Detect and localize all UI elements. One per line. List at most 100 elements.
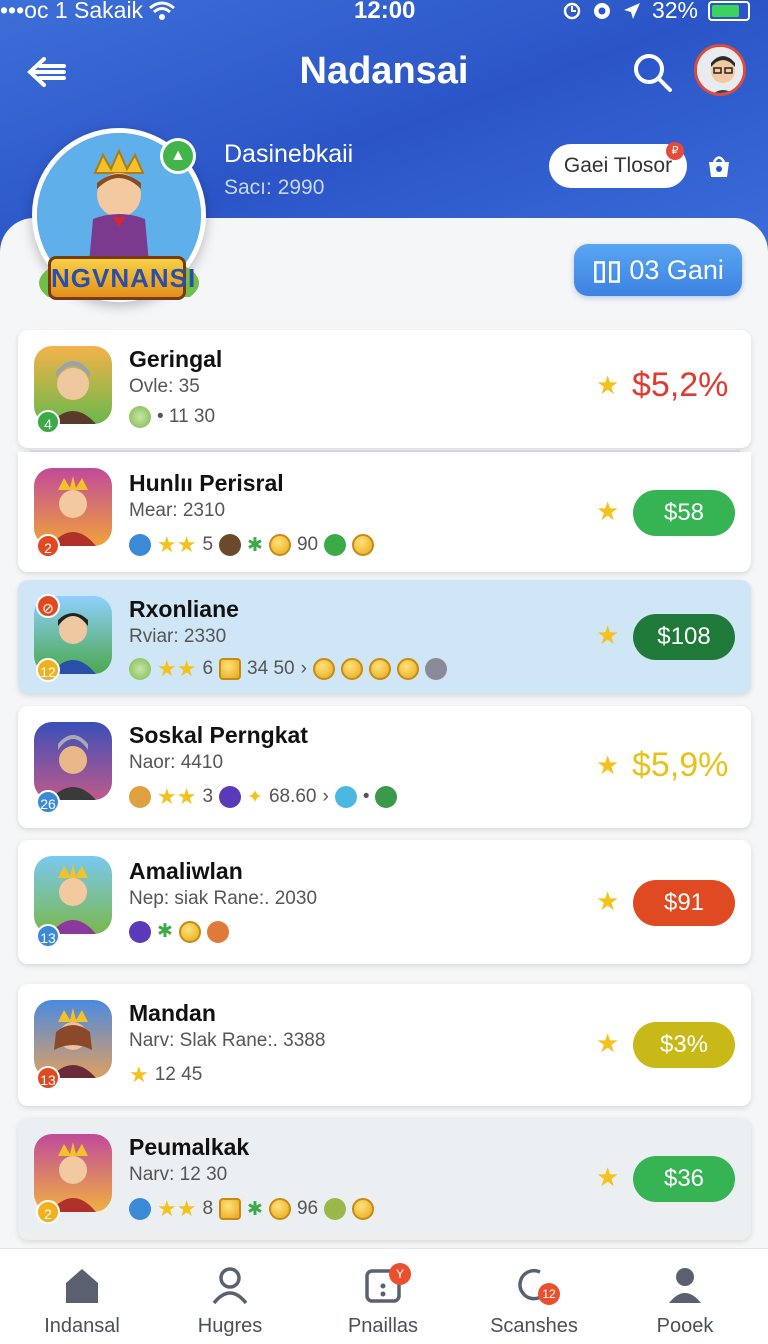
coin-icon [368, 658, 391, 680]
games-button[interactable]: ▯▯ 03 Gani [574, 244, 742, 296]
list-item[interactable]: 13 Mandan Narv: Slak Rane:. 3388 ★ 12 45… [18, 984, 751, 1106]
item-meta: ★ 12 45 [129, 1062, 202, 1088]
price-label: $5,9% [632, 746, 729, 784]
tab-badge: Y [389, 1263, 411, 1285]
star-icon: ★ [596, 750, 620, 780]
price-button[interactable]: $108 [633, 614, 735, 660]
list-item[interactable]: 2 Peumalkak Narv: 12 30 ★★ 8 ✱ 96 ★ $36 [18, 1118, 751, 1240]
tab-pooek[interactable]: Pooek [615, 1249, 755, 1344]
item-meta-text: • 11 30 [157, 406, 216, 427]
price-button[interactable]: $58 [633, 490, 735, 536]
item-sub: Narv: Slak Rane:. 3388 [129, 1030, 326, 1051]
coin-icon [396, 658, 419, 680]
item-sub: Rviar: 2330 [129, 626, 227, 647]
logo-badge-icon: ▲ [160, 138, 196, 174]
list-item[interactable]: 13 Amaliwlan Nep: siak Rane:. 2030 ✱ ★ $… [18, 840, 751, 964]
battery-percent: 32% [651, 0, 698, 23]
battery-icon [708, 0, 750, 21]
item-sub: Nep: siak Rane:. 2030 [129, 888, 318, 909]
coin-icon [340, 658, 363, 680]
item-name: Rxonliane [129, 596, 239, 622]
price-label: $5,2% [632, 366, 729, 404]
avatar[interactable] [694, 44, 746, 96]
games-button-label: 03 Gani [629, 255, 724, 285]
item-sub: Narv: 12 30 [129, 1164, 228, 1185]
item-meta: • 11 30 [129, 406, 215, 428]
user-icon [212, 1267, 248, 1305]
rank-badge: 13 [36, 1066, 60, 1090]
list-item[interactable]: ⊘ 12 Rxonliane Rviar: 2330 ★★ 6 34 50 › … [18, 580, 751, 694]
bottom-tab-bar: Indansal Hugres Y Pnaillas 12 Scanshes P… [0, 1248, 768, 1344]
avatar-small-icon [424, 658, 447, 680]
tab-home[interactable]: Indansal [12, 1249, 152, 1344]
profile-icon [669, 1268, 701, 1303]
price-button[interactable]: $91 [633, 880, 735, 926]
chest-icon [324, 1198, 347, 1220]
stars-icon: ★★ [157, 532, 197, 557]
search-icon[interactable] [630, 50, 674, 94]
item-name: Hunlıı Perisral [129, 470, 284, 496]
gift-box-icon [219, 786, 242, 808]
item-name: Amaliwlan [129, 858, 243, 884]
item-meta-2: 90 [296, 534, 319, 555]
star-small-icon: ★ [129, 1062, 149, 1087]
clock: 12:00 [354, 0, 416, 24]
tab-scanshes[interactable]: 12 Scanshes [464, 1249, 604, 1344]
list-item[interactable]: 26 Soskal Perngkat Naor: 4410 ★★ 3 ✦ 68.… [18, 706, 751, 828]
coin-icon [178, 920, 201, 943]
rank-badge-top: ⊘ [36, 594, 60, 618]
star-icon: ★ [596, 1162, 620, 1192]
alarm-icon [563, 2, 581, 19]
item-meta: ★★ 5 ✱ 90 [129, 532, 375, 558]
price-button[interactable]: $3% [633, 1022, 735, 1068]
sparkle-icon: ✱ [247, 1198, 263, 1220]
item-meta-2: 68.60 [268, 786, 317, 807]
carrier: •••oc 1 Sakaik [0, 0, 176, 24]
location-arrow-icon [623, 2, 640, 19]
item-meta: ✱ [129, 920, 229, 943]
list-item[interactable]: 4 Geringal Ovle: 35 • 11 30 ★ $5,2% [18, 330, 751, 448]
potion-icon [206, 920, 229, 943]
coins-stack-icon [219, 1198, 242, 1220]
stars-icon: ★★ [157, 1196, 197, 1221]
tab-hugres[interactable]: Hugres [160, 1249, 300, 1344]
globe-icon [129, 658, 151, 680]
tab-label: Scanshes [490, 1315, 578, 1337]
wifi-icon [149, 1, 176, 20]
item-name: Soskal Perngkat [129, 722, 308, 748]
target-icon [593, 2, 610, 19]
rank-badge: 12 [36, 658, 60, 682]
rank-badge: 26 [36, 790, 60, 814]
game-icon [34, 722, 112, 800]
prince-icon [50, 864, 96, 934]
item-meta-1: 5 [202, 534, 214, 555]
rank-badge: 4 [36, 410, 60, 434]
game-logo-text: NGVNANSI [48, 256, 195, 300]
notification-dot: ₽ [666, 142, 684, 160]
item-name: Mandan [129, 1000, 216, 1026]
coin-icon [352, 1198, 375, 1220]
item-sub: Mear: 2310 [129, 500, 226, 521]
tab-label: Pnaillas [347, 1315, 419, 1337]
game-icon [34, 856, 112, 934]
rank-badge: 2 [36, 534, 60, 558]
shopping-bag-icon[interactable] [704, 150, 734, 180]
star-icon: ★ [596, 620, 620, 650]
gift-box-icon [129, 920, 151, 943]
tab-label: Pooek [656, 1315, 714, 1337]
item-name: Peumalkak [129, 1134, 250, 1160]
home-icon [66, 1269, 98, 1303]
tab-pnaillas[interactable]: Y Pnaillas [313, 1249, 453, 1344]
rank-badge: 2 [36, 1200, 60, 1224]
item-name: Geringal [129, 346, 223, 372]
item-meta-1: 6 [202, 658, 214, 679]
sparkle-icon: ✱ [157, 921, 173, 942]
star-icon: ★ [596, 886, 620, 916]
price-button[interactable]: $36 [633, 1156, 735, 1202]
character-icon [129, 786, 151, 808]
list-item[interactable]: 2 Hunlıı Perisral Mear: 2310 ★★ 5 ✱ 90 ★… [18, 452, 751, 572]
item-sub: Naor: 4410 [129, 752, 224, 773]
item-meta-2: 34 50 [247, 658, 295, 679]
item-meta-1: 3 [202, 786, 214, 807]
profile-subtitle: Sacı: 2990 [224, 176, 325, 199]
